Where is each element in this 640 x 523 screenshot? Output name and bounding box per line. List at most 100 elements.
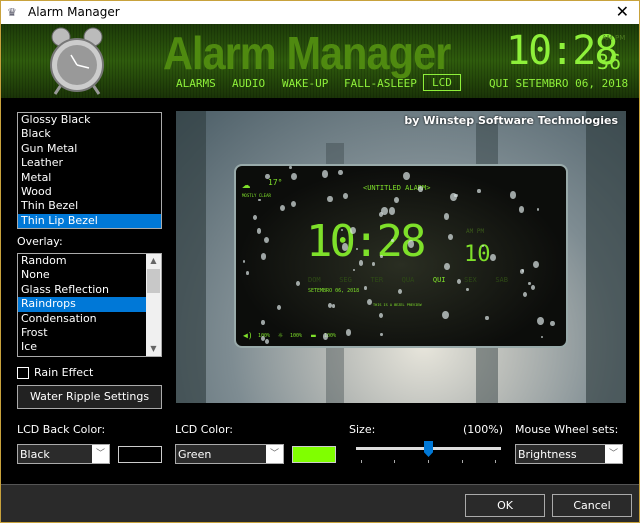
raindrop <box>397 288 402 294</box>
weekday-row: DOM SEG TER QUA QUI SEX SAB <box>308 276 508 284</box>
list-item[interactable]: Leather <box>18 156 161 170</box>
raindrop <box>537 316 545 325</box>
lcd-color-value: Green <box>178 448 212 461</box>
water-ripple-settings-button[interactable]: Water Ripple Settings <box>17 385 162 409</box>
mouse-wheel-select[interactable]: Brightness ﹀ <box>515 444 623 464</box>
raindrop <box>264 236 270 243</box>
raindrop <box>295 281 300 286</box>
size-label: Size: <box>349 423 376 436</box>
raindrop <box>541 335 544 339</box>
scroll-down-icon[interactable]: ▼ <box>146 342 161 356</box>
size-slider[interactable] <box>356 441 501 466</box>
day-sex: SEX <box>464 276 477 284</box>
alarm-manager-window: ♛ Alarm Manager ✕ Alarm Manager 10:28 AM… <box>0 0 640 523</box>
scroll-up-icon[interactable]: ▲ <box>146 254 161 268</box>
lcd-back-color-swatch[interactable] <box>118 446 162 463</box>
lcd-ampm: AM PM <box>466 228 485 235</box>
raindrop <box>338 169 343 176</box>
scrollbar-thumb[interactable] <box>147 269 160 293</box>
list-item[interactable]: Thin Bezel <box>18 199 161 213</box>
raindrop <box>528 281 531 285</box>
raindrop <box>510 191 517 199</box>
raindrop <box>321 170 329 179</box>
list-item[interactable]: Condensation <box>18 312 161 326</box>
overlay-list[interactable]: Random None Glass Reflection Raindrops C… <box>17 253 162 357</box>
raindrop <box>519 268 524 274</box>
list-item[interactable]: Black <box>18 127 161 141</box>
raindrop <box>258 198 261 202</box>
raindrop <box>418 186 423 192</box>
slider-tick <box>428 460 429 463</box>
raindrop <box>448 234 453 241</box>
slider-tick <box>394 460 395 463</box>
raindrop <box>450 192 458 202</box>
list-item[interactable]: Random <box>18 254 161 268</box>
tab-audio[interactable]: AUDIO <box>232 77 265 90</box>
slider-tick <box>462 460 463 463</box>
raindrop <box>444 263 450 270</box>
raindrop <box>260 336 265 342</box>
raindrop <box>550 321 555 327</box>
lcd-color-swatch[interactable] <box>292 446 336 463</box>
raindrop <box>358 260 363 266</box>
list-item[interactable]: None <box>18 268 161 282</box>
slider-thumb[interactable] <box>424 441 433 457</box>
list-item[interactable]: Metal <box>18 171 161 185</box>
chevron-down-icon: ﹀ <box>92 445 109 463</box>
list-item-selected[interactable]: Raindrops <box>18 297 161 312</box>
lcd-back-color-value: Black <box>20 448 50 461</box>
header-ampm: AM PM <box>602 34 626 42</box>
weather-icon: ☁ <box>242 176 251 192</box>
chevron-down-icon: ﹀ <box>605 445 622 463</box>
tree-silhouette <box>586 111 626 403</box>
raindrop <box>477 189 481 193</box>
bezel-list[interactable]: Glossy Black Black Gun Metal Leather Met… <box>17 112 162 229</box>
alarm-clock-logo-icon <box>50 27 104 95</box>
list-item[interactable]: Glass Reflection <box>18 283 161 297</box>
dialog-footer: OK Cancel <box>1 484 639 522</box>
raindrop <box>343 192 349 199</box>
app-icon: ♛ <box>7 6 17 19</box>
list-item-selected[interactable]: Thin Lip Bezel <box>18 213 161 228</box>
ok-button[interactable]: OK <box>465 494 545 517</box>
tab-alarms[interactable]: ALARMS <box>176 77 216 90</box>
lcd-back-color-select[interactable]: Black ﹀ <box>17 444 110 464</box>
raindrop <box>407 239 415 248</box>
list-item[interactable]: Frost <box>18 326 161 340</box>
size-value: (100%) <box>463 423 504 436</box>
tab-lcd[interactable]: LCD <box>423 74 461 91</box>
raindrop <box>289 166 293 170</box>
lcd-seconds: 10 <box>464 242 491 267</box>
list-item[interactable]: Gun Metal <box>18 142 161 156</box>
raindrop <box>341 242 349 251</box>
day-qua: QUA <box>401 276 415 284</box>
raindrop <box>490 253 497 261</box>
raindrop <box>256 228 262 234</box>
raindrop <box>245 271 250 276</box>
rain-effect-checkbox[interactable] <box>17 367 29 379</box>
day-seg: SEG <box>339 276 352 284</box>
raindrop <box>265 339 270 345</box>
tab-wake-up[interactable]: WAKE-UP <box>282 77 328 90</box>
preview-byline: by Winstep Software Technologies <box>404 114 618 127</box>
raindrop <box>378 312 384 319</box>
raindrop <box>242 259 246 263</box>
raindrop <box>276 304 281 310</box>
raindrop <box>252 214 258 221</box>
mouse-wheel-label: Mouse Wheel sets: <box>515 423 619 436</box>
close-button[interactable]: ✕ <box>616 2 629 21</box>
slider-tick <box>495 460 496 463</box>
raindrop <box>260 253 267 260</box>
battery-icon: ▬ <box>311 331 316 340</box>
raindrop <box>518 206 524 213</box>
lcd-color-select[interactable]: Green ﹀ <box>175 444 284 464</box>
raindrop <box>403 172 410 181</box>
raindrop <box>265 174 270 180</box>
raindrop <box>537 207 540 211</box>
list-item[interactable]: Wood <box>18 185 161 199</box>
list-item[interactable]: Ice <box>18 340 161 354</box>
overlay-scrollbar[interactable]: ▲ ▼ <box>146 254 161 356</box>
cancel-button[interactable]: Cancel <box>552 494 632 517</box>
tab-fall-asleep[interactable]: FALL-ASLEEP <box>344 77 417 90</box>
list-item[interactable]: Glossy Black <box>18 113 161 127</box>
